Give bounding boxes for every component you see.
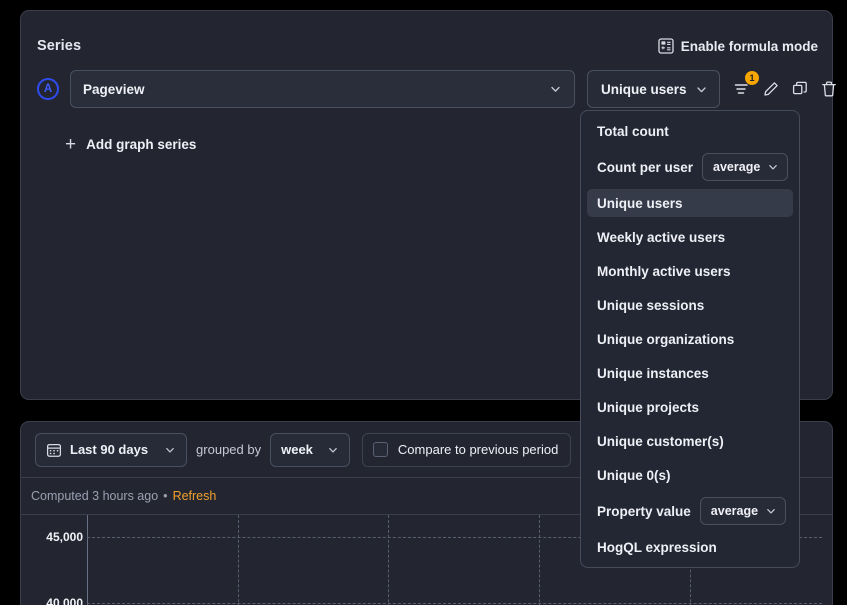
math-menu-inline-select-value: average [710,504,759,518]
math-menu-item-label: Unique instances [597,365,709,381]
add-graph-series-label: Add graph series [86,137,197,152]
math-menu-inline-select[interactable]: average [699,497,787,525]
computed-separator: • [163,489,168,503]
math-menu-item-label: Total count [597,123,669,139]
math-menu-item[interactable]: Unique organizations [587,325,793,353]
math-menu-item[interactable]: Unique projects [587,393,793,421]
calculator-icon [658,38,674,54]
math-menu-item-label: Monthly active users [597,263,731,279]
interval-value: week [281,442,313,457]
math-menu-item-label: HogQL expression [597,539,717,555]
math-menu-item-label: Unique users [597,195,683,211]
date-range-selector[interactable]: Last 90 days [35,432,188,467]
math-menu-item-label: Unique projects [597,399,700,415]
chart-y-axis: 45,000 40,000 [21,515,83,605]
math-menu-item[interactable]: HogQL expression [587,533,793,561]
math-menu-item[interactable]: Property value average [587,495,793,527]
math-select-button[interactable]: Unique users [587,70,720,108]
math-menu-item[interactable]: Weekly active users [587,223,793,251]
chevron-down-icon [327,444,339,456]
chevron-down-icon [765,505,777,517]
math-select-value: Unique users [601,81,687,97]
page-title: Series [37,38,82,54]
duplicate-button[interactable] [788,77,812,101]
math-menu-item-label: Unique organizations [597,331,735,347]
chart-gridline-horizontal [87,603,822,604]
math-menu-item[interactable]: Unique users [587,189,793,217]
math-menu-item[interactable]: Count per user average [587,151,793,183]
trash-icon [820,80,838,98]
math-menu-item-label: Unique customer(s) [597,433,724,449]
chevron-down-icon [695,83,708,96]
event-select[interactable]: Pageview [70,70,575,108]
math-menu-item[interactable]: Unique instances [587,359,793,387]
math-menu-inline-select-value: average [713,160,761,174]
chevron-down-icon [549,83,562,96]
y-axis-tick: 40,000 [46,596,83,605]
date-range-value: Last 90 days [70,442,149,457]
math-menu-inline-select[interactable]: average [702,153,789,181]
math-dropdown-menu[interactable]: Total count Count per user average Unique u… [580,110,800,568]
edit-button[interactable] [759,77,783,101]
duplicate-icon [791,80,809,98]
add-graph-series-button[interactable]: + Add graph series [65,135,196,154]
interval-selector[interactable]: week [270,432,350,467]
math-menu-item-label: Unique sessions [597,297,705,313]
app-root: Series Enable formula mode A Pageview Un… [0,0,847,605]
y-axis-tick: 45,000 [46,530,83,544]
enable-formula-mode-label: Enable formula mode [680,38,818,54]
filter-count-badge: 1 [745,71,759,85]
compare-previous-period-toggle[interactable]: Compare to previous period [361,432,572,467]
math-menu-item-label: Unique 0(s) [597,467,671,483]
math-menu-item-label: Property value [597,503,691,519]
math-menu-item-label: Weekly active users [597,229,726,245]
chart-gridline-vertical [388,515,390,605]
chart-gridline-vertical [237,515,239,605]
chart-axis-line [87,515,88,605]
chevron-down-icon [164,444,176,456]
event-select-value: Pageview [83,81,145,97]
math-menu-item[interactable]: Total count [587,117,793,145]
delete-button[interactable] [817,77,841,101]
compare-label: Compare to previous period [397,442,559,457]
plus-icon: + [65,134,77,155]
calendar-icon [46,442,62,458]
math-menu-item-label: Count per user [597,159,694,175]
pencil-icon [762,80,780,98]
math-menu-item[interactable]: Unique customer(s) [587,427,793,455]
math-menu-item[interactable]: Unique sessions [587,291,793,319]
chart-gridline-vertical [539,515,541,605]
compare-checkbox[interactable] [372,442,388,457]
enable-formula-mode-button[interactable]: Enable formula mode [658,38,818,54]
series-actions: 1 [730,71,841,101]
filter-button[interactable]: 1 [730,71,759,101]
math-menu-item[interactable]: Monthly active users [587,257,793,285]
math-menu-item[interactable]: Unique 0(s) [587,461,793,489]
computed-text: Computed 3 hours ago [31,489,159,503]
refresh-link[interactable]: Refresh [173,489,217,503]
grouped-by-label: grouped by [196,442,262,457]
chevron-down-icon [767,161,779,173]
series-row: A Pageview Unique users 1 [37,69,836,109]
series-letter-badge: A [37,78,59,100]
